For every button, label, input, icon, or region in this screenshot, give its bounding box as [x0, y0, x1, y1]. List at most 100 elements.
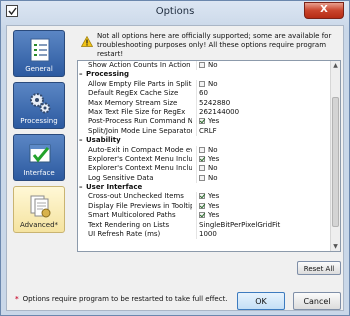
property-row[interactable]: Text Rendering on Lists SingleBitPerPixel… [78, 220, 331, 231]
close-button[interactable]: X [304, 2, 344, 19]
property-value[interactable]: Yes [196, 192, 331, 202]
category-row[interactable]: – Processing [78, 70, 330, 79]
property-row[interactable]: Cross-out Unchecked Items Yes [78, 192, 331, 202]
footer: * Options require program to be restarted… [1, 287, 349, 315]
value-checkbox[interactable] [199, 80, 205, 87]
property-name: Default RegEx Cache Size [88, 89, 179, 98]
value-checkbox[interactable] [199, 193, 205, 200]
property-value-text: 1000 [199, 230, 217, 239]
options-window: Options X General Processing Interface A… [0, 0, 350, 316]
property-value-text: No [208, 61, 218, 69]
property-value[interactable]: 1000 [196, 230, 331, 240]
property-value[interactable]: CRLF [196, 126, 331, 137]
dialog-body: General Processing Interface Advanced* N… [6, 25, 344, 311]
property-value[interactable]: Yes [196, 154, 331, 165]
property-value[interactable]: SingleBitPerPixelGridFit [196, 220, 331, 231]
asterisk-marker: * [15, 295, 19, 303]
property-row[interactable]: Post-Process Run Command No Wi Yes [78, 117, 331, 127]
category-label: User Interface [86, 183, 143, 192]
property-name: Post-Process Run Command No Wi [88, 117, 192, 126]
property-row[interactable]: Max Memory Stream Size 5242880 [78, 98, 331, 108]
reset-all-button[interactable]: Reset All [297, 261, 341, 275]
property-name: Show Action Counts In Action Select [88, 61, 192, 69]
property-value-text: SingleBitPerPixelGridFit [199, 220, 281, 229]
value-checkbox[interactable] [199, 118, 205, 125]
value-checkbox[interactable] [199, 174, 205, 181]
property-value[interactable]: No [196, 173, 331, 184]
property-value[interactable]: Yes [196, 211, 331, 221]
warning-icon [81, 36, 93, 47]
value-checkbox[interactable] [199, 155, 205, 162]
property-row[interactable]: Default RegEx Cache Size 60 [78, 89, 331, 99]
property-name: Explorer's Context Menu Includes F [88, 164, 192, 173]
property-row[interactable]: Display File Previews in Tooltips Yes [78, 201, 331, 212]
title-bar[interactable]: Options X [1, 1, 349, 23]
checkmark-window-icon [29, 144, 51, 163]
property-value-text: 60 [199, 89, 208, 98]
nav-item-interface[interactable]: Interface [13, 134, 65, 181]
property-value[interactable]: Yes [196, 117, 331, 127]
scroll-thumb[interactable] [332, 97, 339, 227]
nav-item-processing[interactable]: Processing [13, 82, 65, 129]
property-row[interactable]: Split/Join Mode Line Separator CRLF [78, 126, 331, 137]
collapse-icon[interactable]: – [79, 136, 83, 145]
property-value-text: No [208, 164, 218, 173]
property-value-text: Yes [208, 192, 220, 201]
property-row[interactable]: Allow Empty File Parts in Split Mode No [78, 79, 331, 90]
property-name: UI Refresh Rate (ms) [88, 230, 161, 239]
category-row[interactable]: – User Interface [78, 183, 330, 192]
property-name: Explorer's Context Menu Includes F [88, 154, 192, 163]
property-row[interactable]: Log Sensitive Data No [78, 173, 331, 184]
property-name: Cross-out Unchecked Items [88, 192, 184, 201]
property-row[interactable]: Explorer's Context Menu Includes F Yes [78, 154, 331, 165]
property-row[interactable]: Auto-Exit in Compact Mode even if No [78, 145, 331, 155]
cancel-button[interactable]: Cancel [293, 292, 341, 310]
scroll-down-icon[interactable]: ▼ [331, 242, 340, 251]
category-nav: General Processing Interface Advanced* [13, 30, 69, 270]
property-name: Display File Previews in Tooltips [88, 201, 192, 210]
property-grid[interactable]: Show Action Counts In Action SelectNo–Pr… [77, 60, 341, 252]
property-name: Text Rendering on Lists [88, 220, 170, 229]
category-label: Usability [86, 136, 121, 145]
value-checkbox[interactable] [199, 146, 205, 153]
property-value[interactable]: No [196, 145, 331, 155]
property-value[interactable]: No [196, 61, 331, 71]
value-checkbox[interactable] [199, 62, 205, 68]
property-value-text: 5242880 [199, 98, 231, 107]
value-checkbox[interactable] [199, 165, 205, 172]
property-value[interactable]: 5242880 [196, 98, 331, 108]
property-rows: Show Action Counts In Action SelectNo–Pr… [78, 61, 331, 240]
property-value-text: Yes [208, 117, 220, 126]
category-row[interactable]: – Usability [78, 136, 330, 145]
property-row[interactable]: Smart Multicolored Paths Yes [78, 211, 331, 221]
property-name: Smart Multicolored Paths [88, 211, 176, 220]
property-row[interactable]: Show Action Counts In Action Select No [78, 61, 331, 71]
footnote-text: Options require program to be restarted … [22, 295, 228, 303]
property-row[interactable]: UI Refresh Rate (ms) 1000 [78, 230, 331, 240]
close-icon: X [320, 4, 328, 15]
nav-item-general[interactable]: General [13, 30, 65, 77]
property-value-text: 262144000 [199, 107, 240, 116]
collapse-icon[interactable]: – [79, 183, 83, 192]
warning-notice: Not all options here are officially supp… [77, 30, 341, 58]
property-value[interactable]: No [196, 164, 331, 174]
value-checkbox[interactable] [199, 202, 205, 209]
scroll-up-icon[interactable]: ▲ [331, 61, 340, 70]
value-checkbox[interactable] [199, 212, 205, 219]
property-value[interactable]: Yes [196, 201, 331, 212]
property-value[interactable]: No [196, 79, 331, 90]
ok-button[interactable]: OK [237, 292, 285, 310]
collapse-icon[interactable]: – [79, 70, 83, 79]
vertical-scrollbar[interactable]: ▲ ▼ [330, 61, 340, 251]
nav-label-general: General [25, 65, 53, 73]
property-value[interactable]: 262144000 [196, 107, 331, 118]
property-value[interactable]: 60 [196, 89, 331, 99]
property-row[interactable]: Explorer's Context Menu Includes F No [78, 164, 331, 174]
property-value-text: No [208, 173, 218, 182]
nav-label-advanced: Advanced* [19, 221, 59, 229]
nav-label-processing: Processing [20, 117, 58, 125]
window-title: Options [155, 6, 195, 17]
category-label: Processing [86, 70, 130, 79]
nav-item-advanced[interactable]: Advanced* [13, 186, 65, 233]
property-row[interactable]: Max Text File Size for RegEx 262144000 [78, 107, 331, 118]
